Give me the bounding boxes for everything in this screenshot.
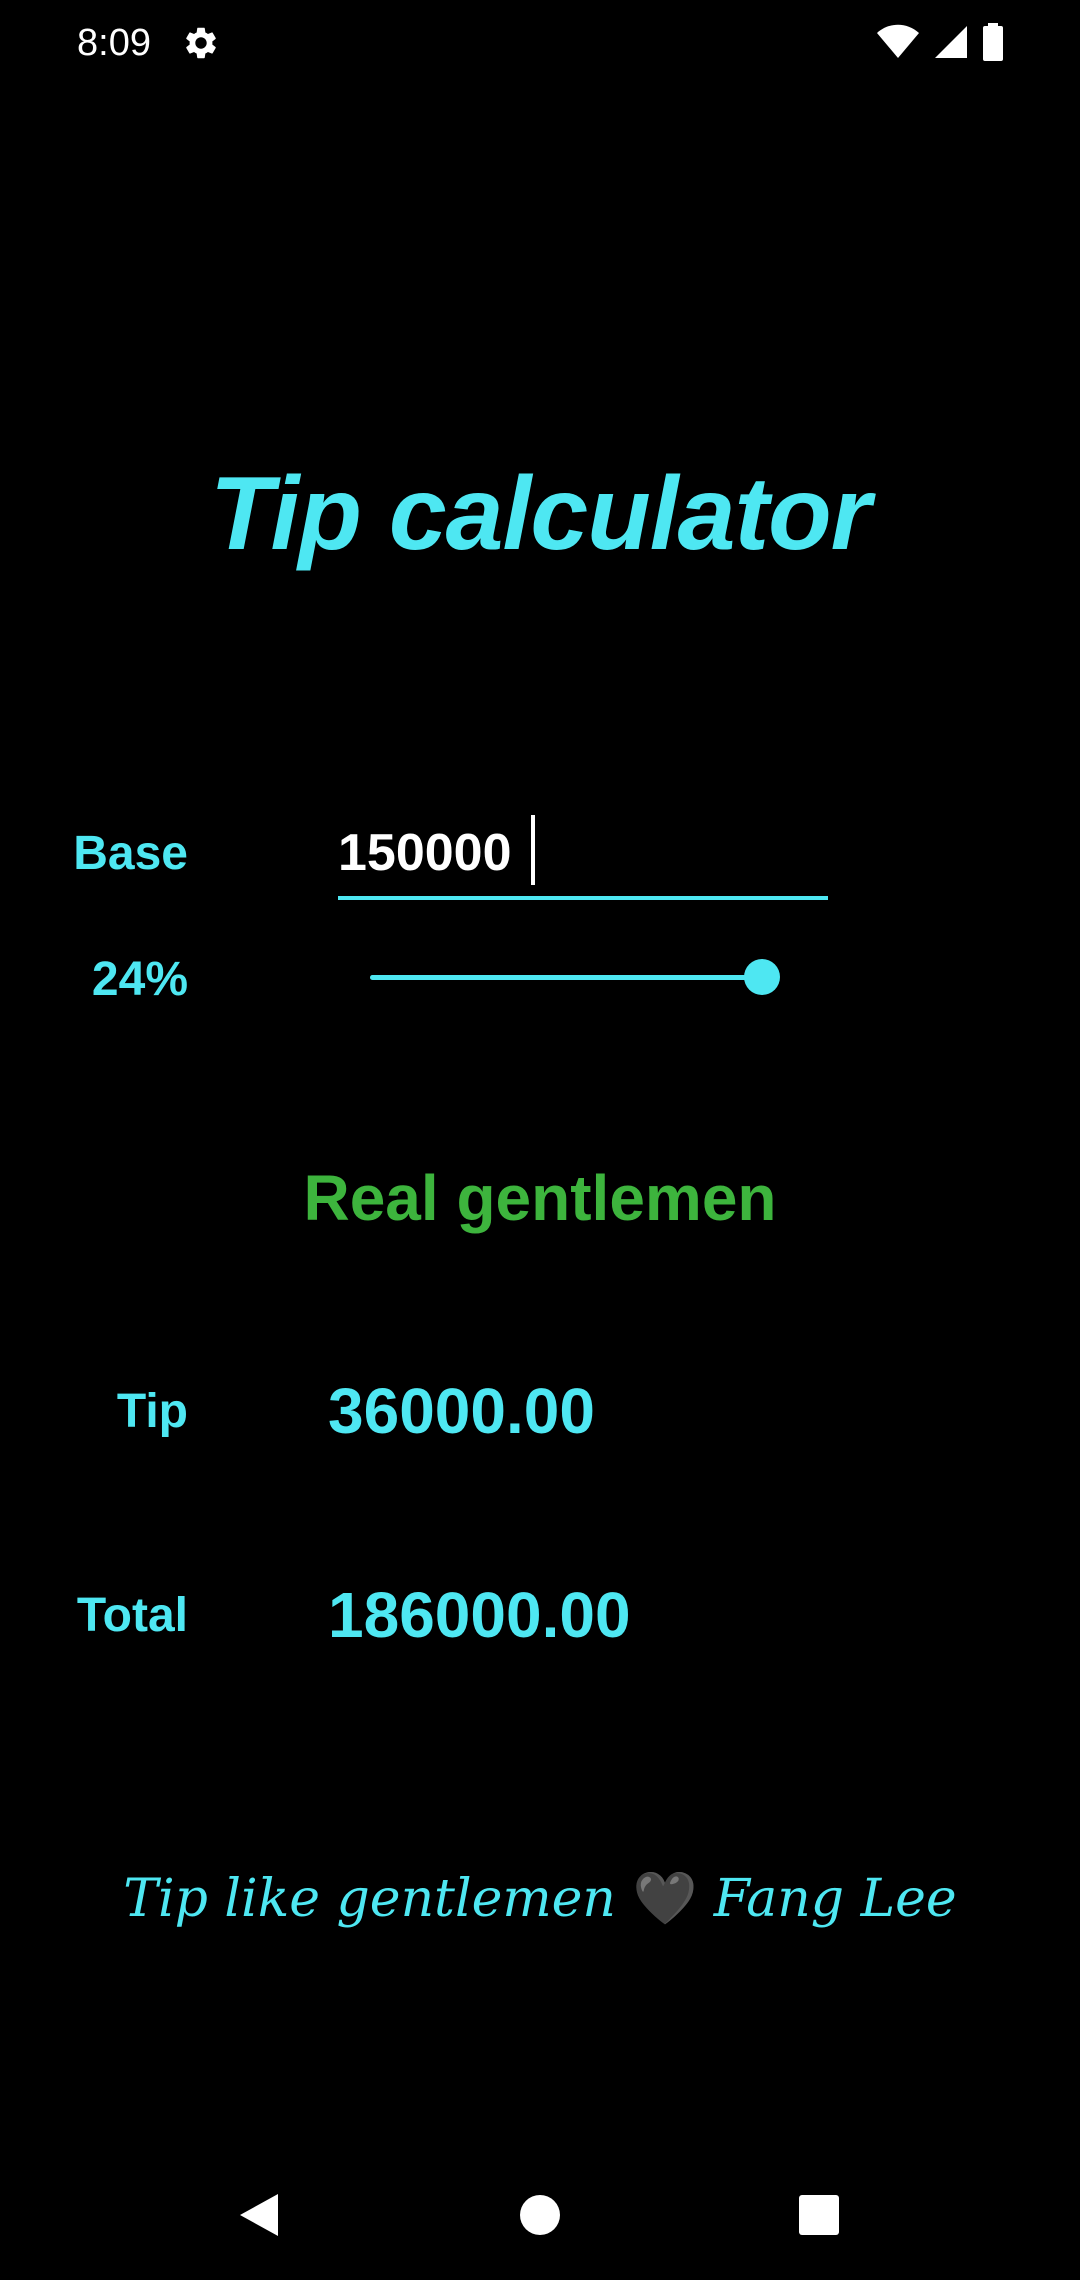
settings-gear-icon bbox=[186, 27, 216, 59]
status-bar: 8:09 bbox=[0, 0, 1080, 90]
tip-percent-label: 24% bbox=[91, 953, 188, 1006]
base-input-field[interactable] bbox=[338, 810, 828, 900]
back-icon[interactable] bbox=[236, 2192, 282, 2238]
battery-icon bbox=[983, 23, 1003, 61]
footer-text: Tip like gentlemen bbox=[123, 1869, 616, 1929]
tip-percent-slider[interactable] bbox=[370, 952, 780, 1002]
base-label: Base bbox=[73, 827, 188, 880]
footer-author: Fang Lee bbox=[713, 1869, 957, 1929]
text-cursor bbox=[531, 815, 535, 885]
recents-icon[interactable] bbox=[796, 2192, 842, 2238]
heart-icon: 🖤 bbox=[632, 1869, 698, 1929]
navigation-bar bbox=[0, 2160, 1080, 2280]
slider-thumb[interactable] bbox=[743, 959, 780, 995]
wifi-icon bbox=[877, 24, 919, 58]
app-title: Tip calculator bbox=[209, 456, 871, 572]
status-time: 8:09 bbox=[77, 22, 151, 64]
tip-label: Tip bbox=[116, 1385, 188, 1438]
tip-amount: 36000.00 bbox=[328, 1375, 595, 1447]
cell-signal-icon bbox=[935, 26, 967, 58]
tip-rating-label: Real gentlemen bbox=[303, 1162, 777, 1234]
total-label: Total bbox=[76, 1589, 188, 1642]
footer-credit: Tip like gentlemen 🖤 Fang Lee bbox=[0, 1866, 1080, 1932]
base-input[interactable] bbox=[338, 816, 828, 890]
total-amount: 186000.00 bbox=[328, 1579, 631, 1651]
home-icon[interactable] bbox=[517, 2192, 563, 2238]
status-icons bbox=[876, 22, 1004, 62]
slider-fill bbox=[370, 975, 762, 980]
